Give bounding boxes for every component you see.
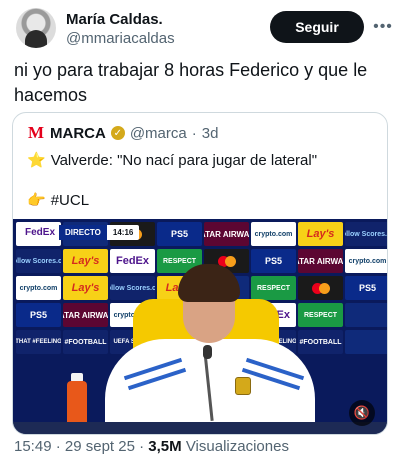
sponsor-logo <box>345 330 387 354</box>
sponsor-logo: Lay's <box>298 222 343 246</box>
jersey-stripe <box>245 357 305 381</box>
sponsor-logo: QATAR AIRWAYS <box>63 303 108 327</box>
quoted-author-handle[interactable]: @marca <box>130 125 187 142</box>
jersey-stripe <box>123 357 183 381</box>
sponsor-logo: crypto.com <box>16 276 61 300</box>
quoted-text-title: Valverde: "No nací para jugar de lateral… <box>50 152 318 169</box>
sponsor-logo: #Follow Scores.com <box>345 222 387 246</box>
scoreboard-time: 14:16 <box>112 228 134 237</box>
sponsor-logo: #FOOTBALL <box>63 330 108 354</box>
sponsor-logo: QATAR AIRWAYS <box>298 249 343 273</box>
hashtag-link[interactable]: #UCL <box>51 192 89 209</box>
footer-separator: · <box>55 438 61 455</box>
tweet-text: ni yo para trabajar 8 horas Federico y q… <box>14 60 368 105</box>
tweet-header: María Caldas. @mmariacaldas Seguir ••• <box>16 8 392 50</box>
sponsor-logo: #FOOTBALL <box>298 330 343 354</box>
sponsor-logo: crypto.com <box>345 249 387 273</box>
broadcast-scoreboard: FedEx DIRECTO 14:16 <box>21 225 140 240</box>
sponsor-logo <box>298 276 343 300</box>
footer-separator: · <box>139 438 145 455</box>
microphone-icon <box>203 345 212 359</box>
sponsor-logo: THAT #FEELING <box>16 330 61 354</box>
sponsor-logo: FedEx <box>110 249 155 273</box>
quoted-text-line1: ⭐ Valverde: "No nací para jugar de latera… <box>27 151 317 171</box>
sponsor-logo: RESPECT <box>298 303 343 327</box>
author-handle[interactable]: @mmariacaldas <box>66 30 175 47</box>
meta-separator: · <box>191 124 197 142</box>
follow-button[interactable]: Seguir <box>270 11 364 43</box>
sponsor-logo: PS5 <box>157 222 202 246</box>
sponsor-logo: Lay's <box>63 276 108 300</box>
club-crest-icon <box>235 377 251 395</box>
sponsor-logo: QATAR AIRWAYS <box>204 222 249 246</box>
sponsor-logo: PS5 <box>345 276 387 300</box>
tweet-footer: 15:49 · 29 sept 25 · 3,5M Visualizacione… <box>14 438 289 455</box>
marca-logo-icon: M <box>27 123 45 142</box>
quoted-tweet-header: M MARCA ✓ @marca · 3d <box>27 123 218 143</box>
scoreboard-brand: FedEx <box>25 227 56 238</box>
quoted-tweet-age[interactable]: 3d <box>202 125 219 142</box>
pointing-hand-icon: 👉 <box>27 192 46 209</box>
video-player[interactable]: FedExPS5QATAR AIRWAYScrypto.comLay's#Fol… <box>13 219 387 434</box>
sponsor-logo: Lay's <box>63 249 108 273</box>
views-label: Visualizaciones <box>185 438 289 455</box>
post-date[interactable]: 29 sept 25 <box>65 438 135 455</box>
sponsor-logo <box>345 303 387 327</box>
sponsor-logo: PS5 <box>16 303 61 327</box>
sponsor-logo: RESPECT <box>251 276 296 300</box>
sponsor-logo: #Follow Scores.com <box>16 249 61 273</box>
volume-mute-icon[interactable]: 🔇 <box>349 400 375 426</box>
views-count: 3,5M <box>148 438 182 455</box>
author-display-name[interactable]: María Caldas. <box>66 11 163 28</box>
sponsor-logo: crypto.com <box>251 222 296 246</box>
sponsor-logo: PS5 <box>251 249 296 273</box>
more-options-icon[interactable]: ••• <box>372 14 394 40</box>
quoted-author-name[interactable]: MARCA <box>50 125 106 142</box>
post-time[interactable]: 15:49 <box>14 438 52 455</box>
star-icon: ⭐ <box>27 152 46 169</box>
quoted-text-line2: 👉 #UCL <box>27 191 89 211</box>
verified-badge-icon: ✓ <box>110 126 125 140</box>
sponsor-logo: #Follow Scores.com <box>110 276 155 300</box>
author-avatar[interactable] <box>16 8 56 48</box>
press-desk <box>13 422 387 434</box>
quoted-tweet[interactable]: M MARCA ✓ @marca · 3d ⭐ Valverde: "No nac… <box>12 112 388 435</box>
scoreboard-live-label: DIRECTO <box>59 225 107 240</box>
